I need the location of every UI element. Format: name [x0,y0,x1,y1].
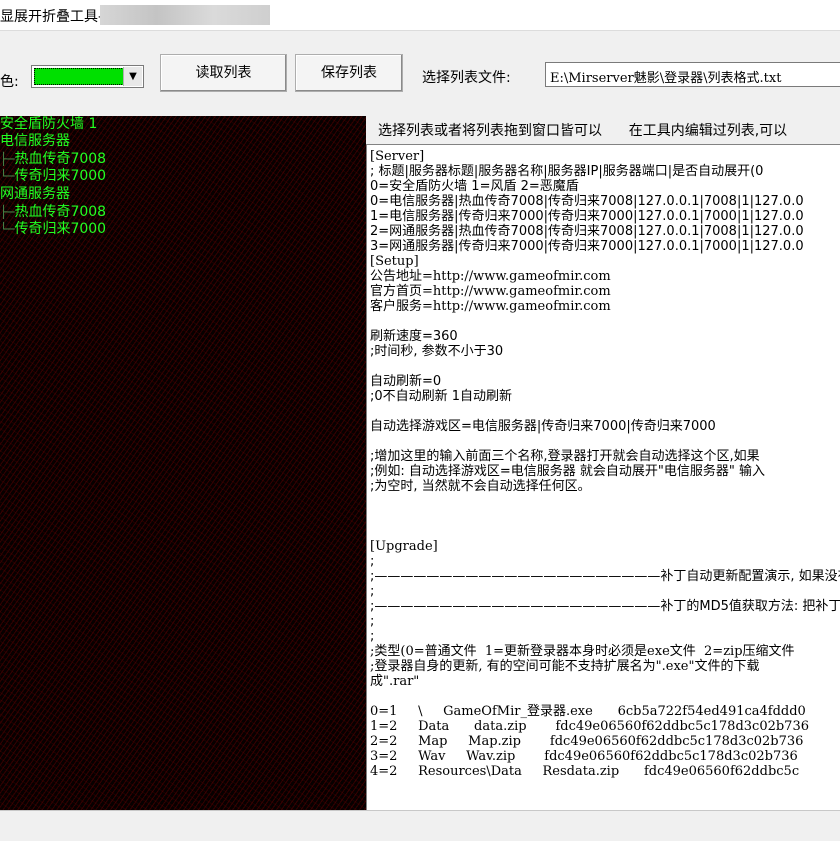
status-bar [0,810,840,841]
tree-item[interactable]: ├─热血传奇7008 [0,151,106,167]
editor-line: [Server] [370,149,425,164]
read-list-button[interactable]: 读取列表 [160,54,287,92]
usage-hint: 选择列表或者将列表拖到窗口皆可以 在工具内编辑过列表,可以 [378,123,788,139]
editor-line: ;——————————————————————补丁自动更新配置演示, 如果没有补… [370,569,840,584]
editor-line: 4=2 Resources\Data Resdata.zip fdc49e065… [370,764,800,779]
editor-line: ;登录器自身的更新, 有的空间可能不支持扩展名为".exe"文件的下载 [370,659,760,674]
server-tree-preview[interactable]: 安全盾防火墙 1 电信服务器 ├─热血传奇7008 └─传奇归来7000 网通服… [0,116,366,810]
tree-item[interactable]: 电信服务器 [0,133,70,149]
editor-line: 0=1 \ GameOfMir_登录器.exe 6cb5a722f54ed491… [370,704,806,719]
tree-item[interactable]: └─传奇归来7000 [0,221,106,237]
editor-line: ;为空时, 当然就不会自动选择任何区。 [370,479,591,494]
editor-line: ; [370,614,375,629]
editor-line: 1=2 Data data.zip fdc49e06560f62ddbc5c17… [370,719,809,734]
tree-item[interactable]: └─传奇归来7000 [0,168,106,184]
color-select[interactable]: ▼ [31,65,144,88]
editor-line: 0=安全盾防火墙 1=风盾 2=恶魔盾 [370,179,579,194]
editor-line: 公告地址=http://www.gameofmir.com [370,269,611,284]
save-list-button[interactable]: 保存列表 [295,54,403,92]
file-path-input[interactable]: E:\Mirserver魅影\登录器\列表格式.txt [545,62,840,87]
editor-line: 0=电信服务器|热血传奇7008|传奇归来7008|127.0.0.1|7008… [370,194,804,209]
editor-line: 2=网通服务器|热血传奇7008|传奇归来7008|127.0.0.1|7008… [370,224,804,239]
title-bar: 显展开折叠工具- [0,0,840,31]
editor-line: ;例如: 自动选择游戏区=电信服务器 就会自动展开"电信服务器" 输入 [370,464,766,479]
editor-line: 成".rar" [370,674,420,689]
editor-line: [Upgrade] [370,539,438,554]
window-title: 显展开折叠工具- [0,9,104,25]
editor-line: 自动刷新=0 [370,374,442,389]
editor-line: ;——————————————————————补丁的MD5值获取方法: 把补丁拖… [370,599,840,614]
editor-line: 客户服务=http://www.gameofmir.com [370,299,611,314]
editor-line: ; [370,584,375,599]
editor-line: 2=2 Map Map.zip fdc49e06560f62ddbc5c178d… [370,734,804,749]
color-label: 色: [0,74,19,90]
tree-item[interactable]: 网通服务器 [0,186,70,202]
editor-line: 3=2 Wav Wav.zip fdc49e06560f62ddbc5c178d… [370,749,798,764]
editor-line: 官方首页=http://www.gameofmir.com [370,284,611,299]
editor-line: ; 标题|服务器标题|服务器名称|服务器IP|服务器端口|是否自动展开(0 [370,164,764,179]
editor-line: ;类型(0=普通文件 1=更新登录器本身时必须是exe文件 2=zip压缩文件 [370,644,795,659]
editor-line: [Setup] [370,254,419,269]
color-swatch [34,68,124,85]
editor-line: 自动选择游戏区=电信服务器|传奇归来7000|传奇归来7000 [370,419,716,434]
tree-item[interactable]: 安全盾防火墙 1 [0,116,97,132]
editor-line: ; [370,554,375,569]
editor-line: 3=网通服务器|传奇归来7000|传奇归来7000|127.0.0.1|7000… [370,239,804,254]
title-redacted-block [100,5,270,25]
editor-line: ; [370,629,375,644]
editor-line: 刷新速度=360 [370,329,458,344]
editor-line: 1=电信服务器|传奇归来7000|传奇归来7000|127.0.0.1|7000… [370,209,804,224]
chevron-down-icon[interactable]: ▼ [123,67,142,86]
list-text-editor[interactable]: [Server]; 标题|服务器标题|服务器名称|服务器IP|服务器端口|是否自… [366,144,840,810]
editor-line: ;0不自动刷新 1自动刷新 [370,389,513,404]
file-select-label: 选择列表文件: [422,70,511,86]
tree-item[interactable]: ├─热血传奇7008 [0,204,106,220]
editor-line: ;增加这里的输入前面三个名称,登录器打开就会自动选择这个区,如果 [370,449,760,464]
editor-line: ;时间秒, 参数不小于30 [370,344,504,359]
